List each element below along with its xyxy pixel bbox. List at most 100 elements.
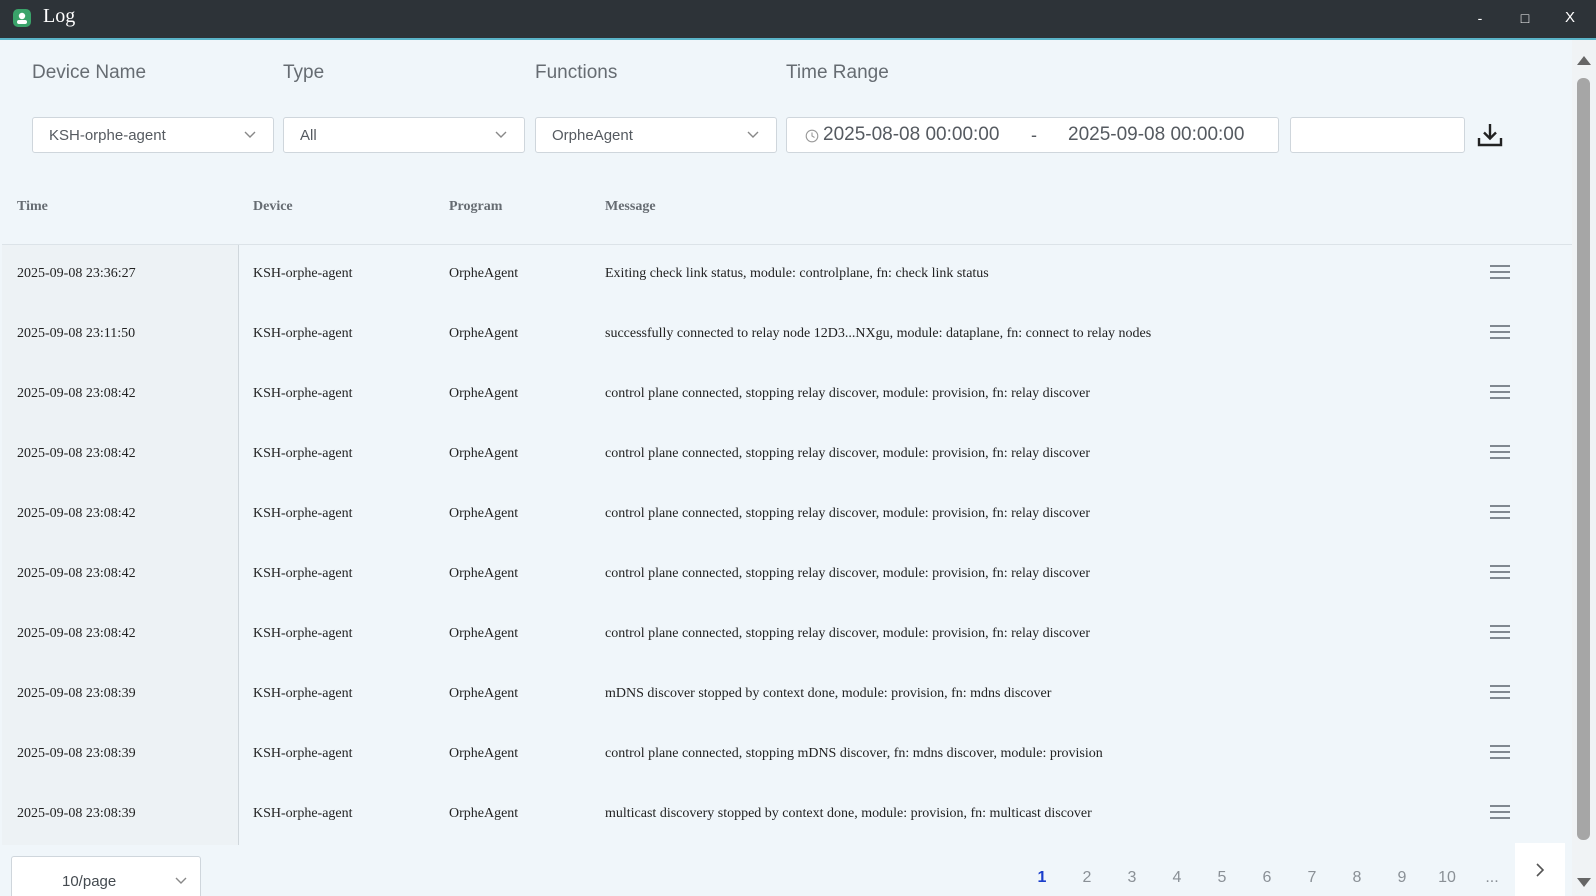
row-device: KSH-orphe-agent	[253, 806, 353, 821]
row-time: 2025-09-08 23:08:39	[17, 686, 136, 701]
row-message: control plane connected, stopping relay …	[605, 506, 1091, 521]
minimize-button[interactable]: -	[1465, 4, 1495, 32]
table-row[interactable]: 2025-09-08 23:08:42 KSH-orphe-agent Orph…	[2, 425, 1572, 485]
chevron-down-icon	[175, 877, 187, 884]
type-value: All	[300, 127, 317, 144]
hamburger-menu-icon[interactable]	[1490, 445, 1510, 463]
chevron-down-icon	[747, 131, 759, 138]
table-row[interactable]: 2025-09-08 23:08:39 KSH-orphe-agent Orph…	[2, 665, 1572, 725]
page-6-button[interactable]: 6	[1252, 869, 1282, 887]
row-program: OrpheAgent	[449, 386, 519, 401]
window-title: Log	[43, 5, 76, 27]
time-range-label: Time Range	[786, 62, 889, 83]
hamburger-menu-icon[interactable]	[1490, 625, 1510, 643]
row-device: KSH-orphe-agent	[253, 566, 353, 581]
row-device: KSH-orphe-agent	[253, 386, 353, 401]
scroll-up-arrow-icon[interactable]	[1577, 56, 1591, 65]
row-time: 2025-09-08 23:08:42	[17, 446, 136, 461]
type-select[interactable]: All	[283, 117, 525, 153]
page-1-button[interactable]: 1	[1027, 869, 1057, 887]
functions-label: Functions	[535, 62, 618, 83]
chevron-down-icon	[495, 131, 507, 138]
title-bar[interactable]: Log - □ X	[0, 0, 1596, 40]
table-row[interactable]: 2025-09-08 23:08:42 KSH-orphe-agent Orph…	[2, 485, 1572, 545]
hamburger-menu-icon[interactable]	[1490, 325, 1510, 343]
row-message: control plane connected, stopping relay …	[605, 446, 1091, 461]
table-row[interactable]: 2025-09-08 23:08:42 KSH-orphe-agent Orph…	[2, 605, 1572, 665]
scrollbar-thumb[interactable]	[1577, 78, 1590, 840]
type-label: Type	[283, 62, 325, 83]
hamburger-menu-icon[interactable]	[1490, 265, 1510, 283]
row-time: 2025-09-08 23:08:42	[17, 626, 136, 641]
page-4-button[interactable]: 4	[1162, 869, 1192, 887]
download-icon[interactable]	[1476, 121, 1504, 149]
page-ellipsis[interactable]: ...	[1477, 869, 1507, 887]
page-size-select[interactable]: 10/page	[11, 856, 201, 896]
close-button[interactable]: X	[1555, 4, 1585, 32]
row-message: control plane connected, stopping mDNS d…	[605, 746, 1103, 761]
time-range-picker[interactable]: -	[786, 117, 1279, 153]
row-time: 2025-09-08 23:08:39	[17, 806, 136, 821]
page-9-button[interactable]: 9	[1387, 869, 1417, 887]
row-message: successfully connected to relay node 12D…	[605, 326, 1152, 341]
row-program: OrpheAgent	[449, 506, 519, 521]
row-message: control plane connected, stopping relay …	[605, 566, 1091, 581]
row-program: OrpheAgent	[449, 806, 519, 821]
next-page-button[interactable]	[1515, 843, 1565, 896]
table-row[interactable]: 2025-09-08 23:08:39 KSH-orphe-agent Orph…	[2, 725, 1572, 785]
column-header-message[interactable]: Message	[605, 199, 656, 215]
page-8-button[interactable]: 8	[1342, 869, 1372, 887]
row-device: KSH-orphe-agent	[253, 326, 353, 341]
column-header-program[interactable]: Program	[449, 199, 502, 215]
page-5-button[interactable]: 5	[1207, 869, 1237, 887]
row-time: 2025-09-08 23:08:39	[17, 746, 136, 761]
search-input[interactable]	[1290, 117, 1465, 153]
maximize-button[interactable]: □	[1510, 4, 1540, 32]
page-7-button[interactable]: 7	[1297, 869, 1327, 887]
table-row[interactable]: 2025-09-08 23:11:50 KSH-orphe-agent Orph…	[2, 305, 1572, 365]
row-program: OrpheAgent	[449, 686, 519, 701]
device-name-label: Device Name	[32, 62, 147, 83]
row-device: KSH-orphe-agent	[253, 746, 353, 761]
log-window: Log - □ X Device Name Type Functions Tim…	[0, 0, 1596, 896]
row-program: OrpheAgent	[449, 446, 519, 461]
page-3-button[interactable]: 3	[1117, 869, 1147, 887]
row-message: multicast discovery stopped by context d…	[605, 806, 1092, 821]
start-date-input[interactable]	[823, 123, 1008, 147]
column-header-time[interactable]: Time	[17, 199, 48, 215]
device-name-select[interactable]: KSH-orphe-agent	[32, 117, 274, 153]
page-10-button[interactable]: 10	[1432, 869, 1462, 887]
row-program: OrpheAgent	[449, 266, 519, 281]
table-row[interactable]: 2025-09-08 23:08:42 KSH-orphe-agent Orph…	[2, 545, 1572, 605]
hamburger-menu-icon[interactable]	[1490, 505, 1510, 523]
page-2-button[interactable]: 2	[1072, 869, 1102, 887]
clock-icon	[805, 129, 819, 143]
row-time: 2025-09-08 23:08:42	[17, 386, 136, 401]
chevron-down-icon	[244, 131, 256, 138]
row-message: Exiting check link status, module: contr…	[605, 266, 989, 281]
scroll-down-arrow-icon[interactable]	[1577, 878, 1591, 887]
functions-select[interactable]: OrpheAgent	[535, 117, 777, 153]
row-time: 2025-09-08 23:36:27	[17, 266, 136, 281]
hamburger-menu-icon[interactable]	[1490, 685, 1510, 703]
row-device: KSH-orphe-agent	[253, 266, 353, 281]
row-message: control plane connected, stopping relay …	[605, 386, 1091, 401]
hamburger-menu-icon[interactable]	[1490, 565, 1510, 583]
row-time: 2025-09-08 23:11:50	[17, 326, 136, 341]
chevron-right-icon	[1536, 863, 1545, 877]
row-program: OrpheAgent	[449, 566, 519, 581]
page-size-value: 10/page	[62, 873, 117, 890]
column-header-device[interactable]: Device	[253, 199, 293, 215]
end-date-input[interactable]	[1068, 123, 1253, 147]
log-table: Time Device Program Message 2025-09-08 2…	[2, 178, 1572, 845]
table-row[interactable]: 2025-09-08 23:08:39 KSH-orphe-agent Orph…	[2, 785, 1572, 845]
device-name-value: KSH-orphe-agent	[49, 127, 166, 144]
table-row[interactable]: 2025-09-08 23:36:27 KSH-orphe-agent Orph…	[2, 245, 1572, 305]
row-device: KSH-orphe-agent	[253, 626, 353, 641]
hamburger-menu-icon[interactable]	[1490, 805, 1510, 823]
table-row[interactable]: 2025-09-08 23:08:42 KSH-orphe-agent Orph…	[2, 365, 1572, 425]
hamburger-menu-icon[interactable]	[1490, 745, 1510, 763]
date-range-separator: -	[1031, 125, 1037, 145]
vertical-scrollbar[interactable]	[1572, 40, 1596, 896]
hamburger-menu-icon[interactable]	[1490, 385, 1510, 403]
